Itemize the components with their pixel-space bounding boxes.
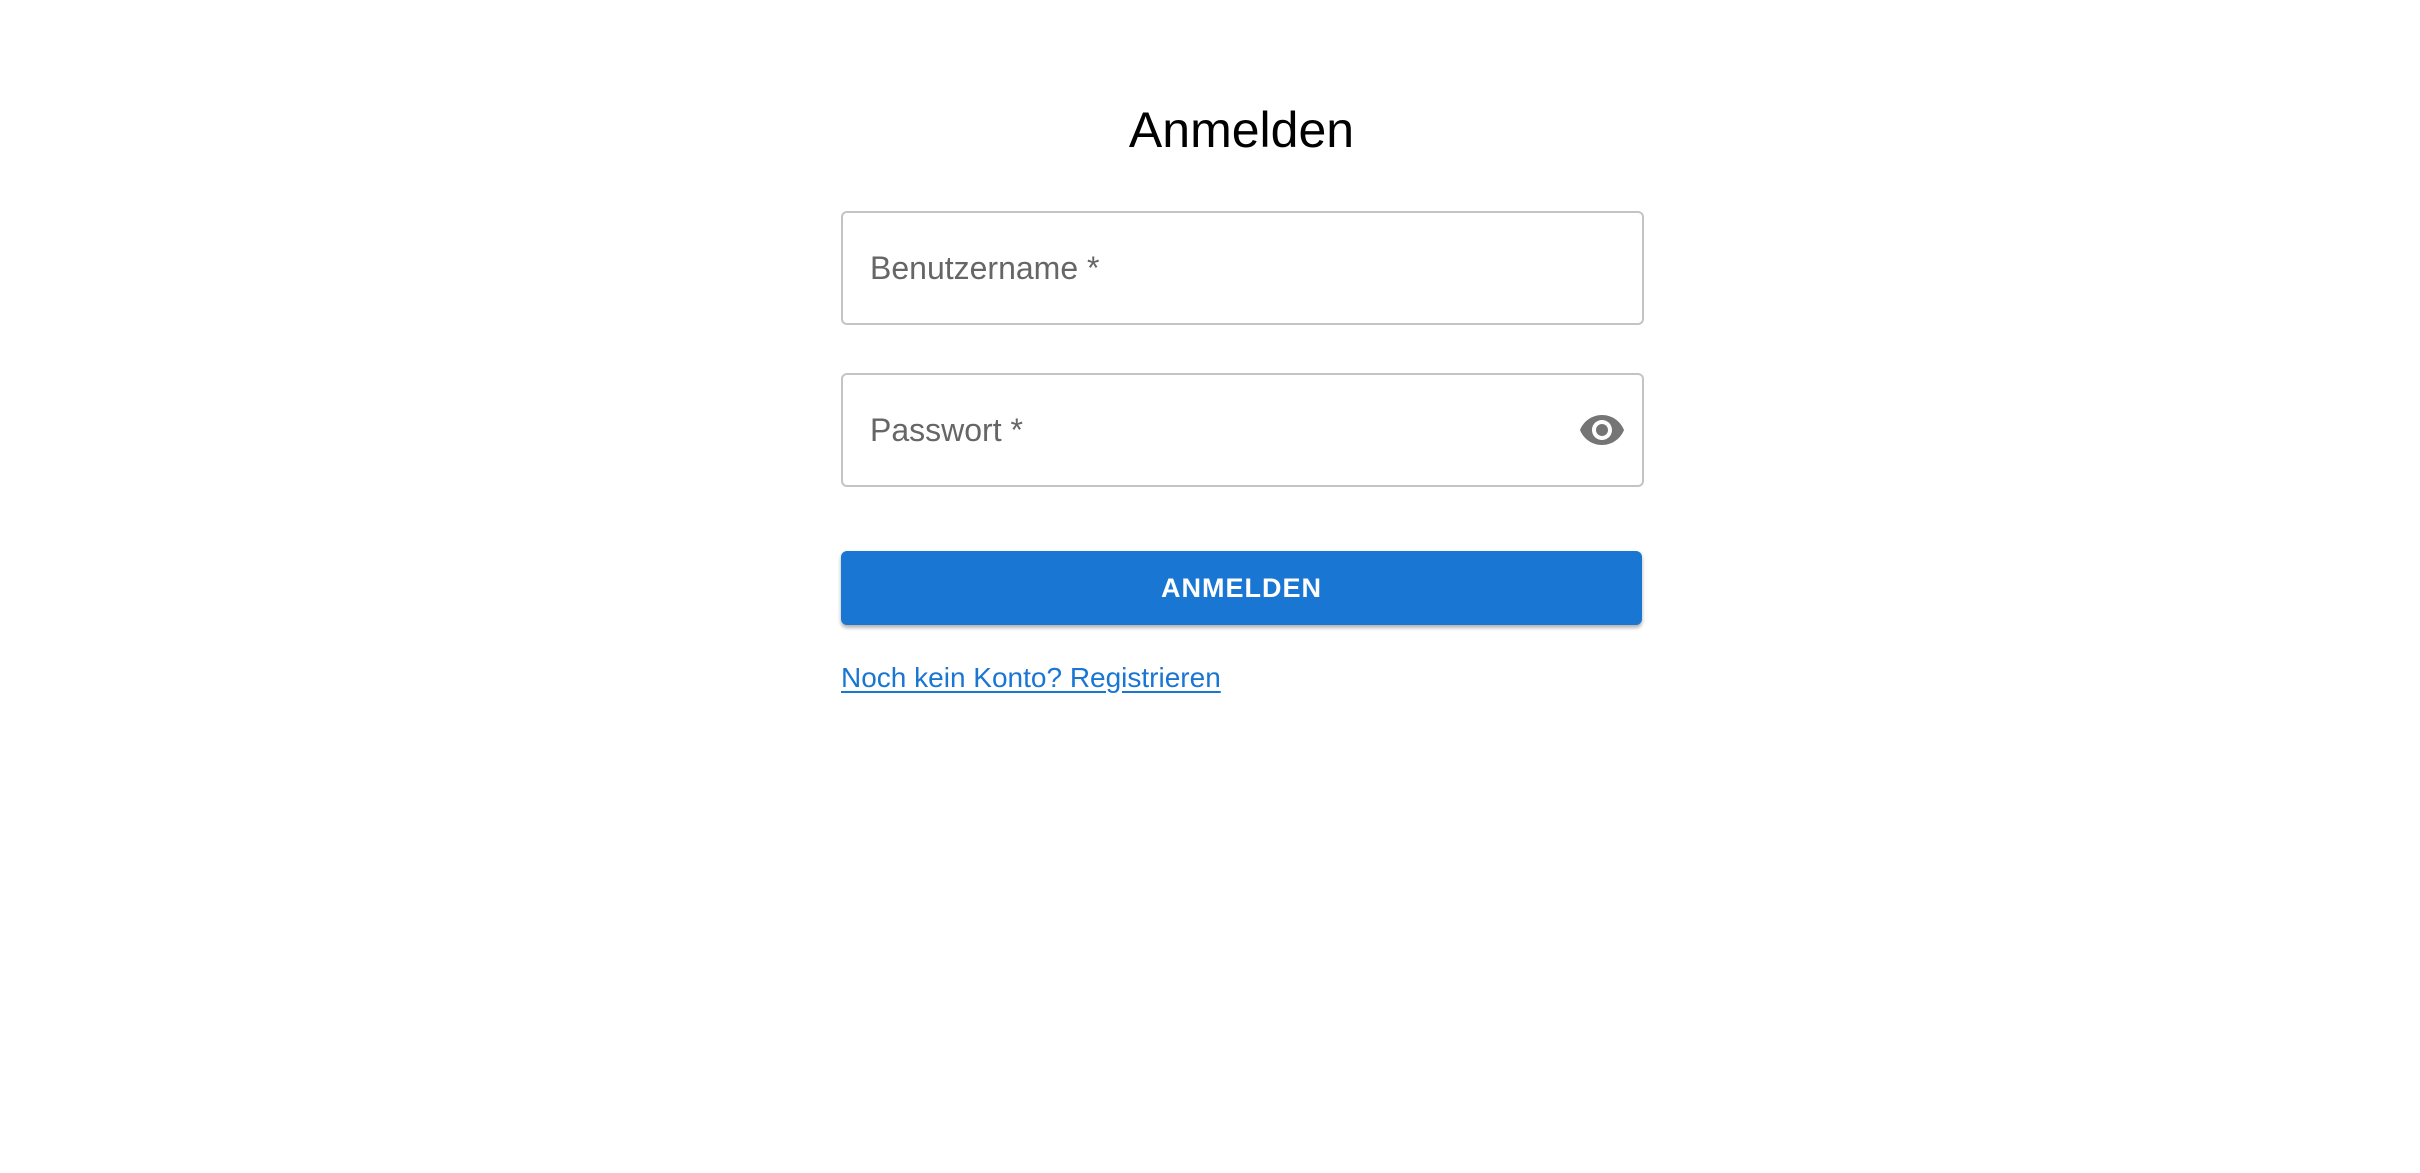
- username-field[interactable]: Benutzername *: [841, 211, 1644, 325]
- register-link[interactable]: Noch kein Konto? Registrieren: [841, 658, 1221, 698]
- username-input[interactable]: [843, 213, 1642, 323]
- password-input[interactable]: [843, 375, 1642, 485]
- password-field[interactable]: Passwort *: [841, 373, 1644, 487]
- page-title: Anmelden: [1128, 102, 1355, 158]
- toggle-password-visibility-button[interactable]: [1576, 404, 1628, 456]
- login-page: Anmelden Benutzername * Passwort * ANMEL…: [0, 0, 2420, 1173]
- eye-icon: [1580, 415, 1624, 445]
- login-button[interactable]: ANMELDEN: [841, 551, 1642, 625]
